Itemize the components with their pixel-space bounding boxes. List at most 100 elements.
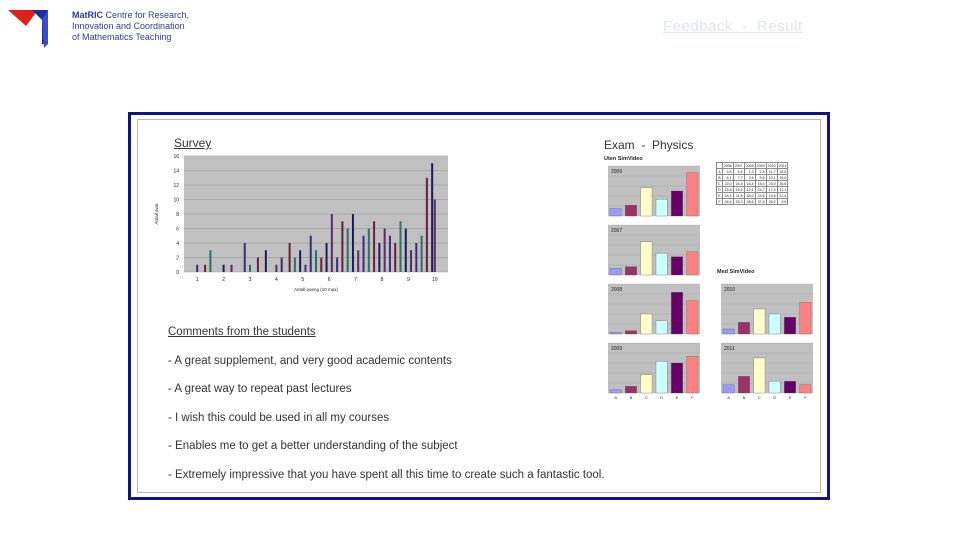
histogram-bar (243, 243, 246, 272)
grade-bar (655, 320, 668, 335)
histogram-bar (309, 235, 312, 272)
chart-year-label: 2011 (724, 346, 735, 352)
grade-label: D (773, 395, 776, 400)
y-tick-label: 10 (173, 198, 179, 204)
histogram-bar (196, 264, 199, 272)
grade-bar (768, 381, 781, 394)
histogram-bar (373, 221, 376, 272)
chart-year-label: 2008 (611, 287, 622, 293)
plot-area (721, 343, 813, 393)
grade-bar (784, 381, 796, 394)
logo-text: MatRIC Centre for Research, Innovation a… (72, 10, 189, 43)
result-panel: Survey 0 2 4 6 8 10 12 14 16 1 2 3 4 5 6 7 8 9 10 Antall sv… (137, 119, 821, 493)
histogram-bar (330, 214, 333, 272)
matric-logo-mark (8, 10, 48, 48)
y-tick-label: 0 (176, 270, 179, 276)
comment-4: - Enables me to get a better understandi… (168, 440, 458, 452)
histogram-bar (304, 264, 307, 272)
exam-chart-2006: 2006 (608, 165, 700, 217)
histogram-bar (404, 228, 407, 272)
x-tick-label: 1 (196, 277, 199, 283)
matric-logo: MatRIC Centre for Research, Innovation a… (8, 8, 208, 48)
histogram-bar (383, 228, 386, 272)
x-tick-label: 10 (432, 277, 438, 283)
y-tick-label: 14 (173, 169, 179, 175)
exam-chart-2009: 2009 A B C D E F (608, 342, 700, 400)
histogram-bar (410, 250, 413, 272)
chart-year-label: 2007 (611, 228, 622, 234)
grade-bar (655, 253, 668, 276)
histogram-bar (209, 250, 212, 272)
grade-bar (671, 362, 683, 394)
logo-line3: of Mathematics Teaching (72, 32, 172, 42)
comment-3: - I wish this could be used in all my co… (168, 412, 390, 424)
histogram-bar (249, 264, 251, 272)
grade-bar (686, 251, 699, 276)
logo-line2: Innovation and Coordination (72, 21, 185, 31)
histogram-bar (362, 235, 365, 272)
comment-2: - A great way to repeat past lectures (168, 383, 352, 395)
grade-bar (738, 376, 750, 394)
x-tick-label: 7 (354, 277, 357, 283)
histogram-bar (204, 264, 207, 272)
x-axis-label: Antall poeng (10 max) (294, 287, 339, 292)
grade-bar (625, 205, 637, 217)
grade-bar (625, 266, 637, 276)
chart-year-label: 2009 (611, 346, 622, 352)
grade-bar (609, 389, 622, 394)
grade-label: A (727, 395, 730, 400)
grade-bar (722, 328, 735, 335)
grade-bar (640, 241, 653, 276)
histogram-bar (256, 257, 259, 272)
histogram-bar (367, 228, 370, 272)
grade-bar (640, 374, 653, 394)
grade-bar (640, 187, 653, 217)
x-tick-label: 9 (407, 277, 410, 283)
grade-bar (738, 322, 750, 335)
grade-bar (655, 199, 668, 217)
logo-brand: MatRIC (72, 10, 103, 20)
grade-label: A (614, 395, 617, 400)
histogram-bar (357, 250, 360, 272)
histogram-bar (415, 243, 418, 272)
x-tick-label: 5 (301, 277, 304, 283)
exam-chart-2011: 2011 A B C D E F (721, 342, 813, 400)
grade-label: B (743, 395, 746, 400)
grade-label: C (645, 395, 648, 400)
histogram-bar (230, 264, 233, 272)
page-title[interactable]: Feedback - Result (663, 18, 803, 35)
x-tick-label: 3 (249, 277, 252, 283)
table-cell: 9,6 (776, 198, 789, 205)
table-cell: 37,8 (754, 198, 767, 205)
grade-label: F (691, 395, 694, 400)
y-tick-label: 8 (176, 212, 179, 218)
histogram-bar (293, 257, 296, 272)
table-cell: 38,6 (743, 198, 756, 205)
histogram-bar (378, 243, 381, 272)
grade-label: E (789, 395, 792, 400)
table-cell: 28,2 (765, 198, 778, 205)
histogram-bar (425, 177, 428, 272)
grade-label: C (758, 395, 761, 400)
histogram-bar (399, 221, 402, 272)
y-tick-label: 12 (173, 183, 179, 189)
table-row: F 34,4 33,3 38,6 37,8 28,2 9,6 (716, 198, 789, 205)
exam-result-table: 2006 2007 2008 2009 2010 2011 A 4,5 6,5 1,3 2,4 11,… (716, 162, 789, 205)
histogram-bar (433, 199, 436, 272)
exam-chart-2010: 2010 (721, 283, 813, 335)
x-tick-label: 8 (381, 277, 384, 283)
histogram-bar (264, 250, 267, 272)
histogram-bar (431, 163, 434, 272)
uten-simvideo-label: Uten SimVideo (604, 156, 643, 162)
histogram-bar (388, 235, 391, 272)
grade-bar (671, 292, 683, 335)
chart-year-label: 2010 (724, 287, 735, 293)
grade-bar (784, 317, 796, 335)
grade-label: D (660, 395, 663, 400)
y-axis-label: Antall svar (154, 203, 159, 225)
result-image-frame: Survey 0 2 4 6 8 10 12 14 16 1 2 3 4 5 6 7 8 9 10 Antall sv… (128, 112, 830, 500)
grade-bar (722, 384, 735, 394)
y-tick-label: 2 (176, 256, 179, 262)
histogram-bar (325, 243, 328, 272)
grade-bar (686, 356, 699, 394)
